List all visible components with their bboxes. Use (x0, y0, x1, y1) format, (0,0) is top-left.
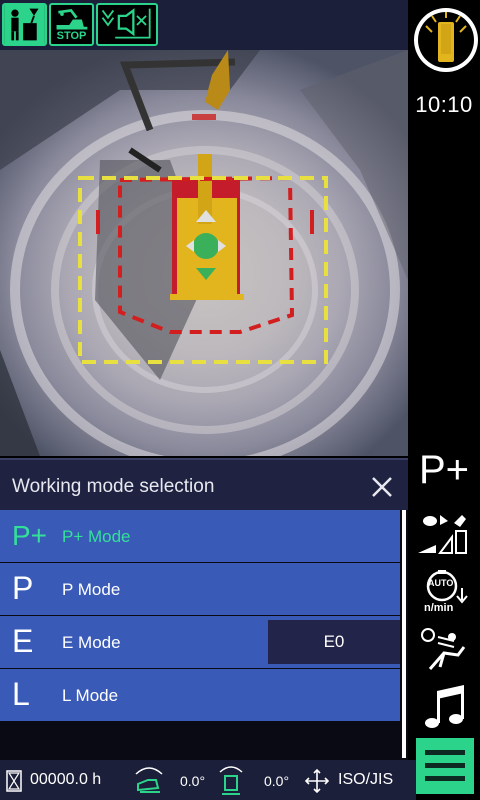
audio-button[interactable] (414, 680, 474, 736)
travel-speed-button[interactable] (414, 506, 474, 562)
mode-name: P+ Mode (62, 527, 131, 546)
mode-row-p-plus[interactable]: P+ P+ Mode (0, 510, 400, 562)
scrollbar[interactable] (400, 510, 408, 758)
control-pattern-icon (304, 768, 330, 794)
menu-icon (425, 750, 465, 755)
close-button[interactable] (366, 472, 398, 502)
bottom-status-bar: 00000.0 h 0.0° 0.0° ISO/JIS (0, 760, 416, 800)
mode-name: P Mode (62, 580, 121, 599)
working-mode-panel: Working mode selection P+ P+ Mode P P Mo… (0, 458, 408, 760)
menu-button[interactable] (416, 738, 474, 794)
top-status-bar: STOP (0, 0, 408, 50)
mode-letter: P+ (12, 520, 48, 551)
hour-meter: 00000.0 h (30, 771, 102, 788)
current-mode-indicator[interactable]: P+ (408, 448, 480, 493)
mode-letter: P (12, 570, 34, 606)
stop-label: STOP (56, 30, 87, 42)
mode-list: P+ P+ Mode P P Mode E E Mode E0 L L Mode (0, 510, 400, 722)
pitch-angle-icon (135, 767, 163, 793)
surround-camera-image (0, 50, 408, 456)
compass-icon[interactable] (412, 4, 480, 78)
close-icon (372, 477, 392, 497)
camera-view (0, 50, 408, 456)
mode-row-l[interactable]: L L Mode (0, 669, 400, 721)
roll-angle-value: 0.0° (264, 773, 290, 789)
travel-speed-icon (418, 515, 467, 554)
mode-letter: L (12, 676, 30, 712)
scroll-thumb[interactable] (402, 510, 406, 758)
hourglass-icon (6, 770, 22, 792)
mode-name: L Mode (62, 686, 119, 705)
air-conditioner-button[interactable] (414, 622, 474, 678)
roll-angle-icon (219, 766, 243, 795)
mode-row-e[interactable]: E E Mode E0 (0, 616, 400, 668)
music-note-icon (425, 685, 464, 728)
operator-seat-icon (2, 3, 47, 46)
panel-header: Working mode selection (0, 458, 408, 510)
auto-label: AUTO (428, 578, 454, 588)
control-pattern-label: ISO/JIS (338, 771, 394, 788)
machine-stop-icon: STOP (49, 3, 94, 46)
voice-warning-icon (96, 3, 158, 46)
mode-letter: E (12, 623, 34, 659)
pitch-angle-value: 0.0° (180, 773, 206, 789)
air-conditioner-icon (421, 628, 466, 670)
auto-decel-button[interactable]: AUTO n/min (414, 566, 474, 622)
clock: 10:10 (415, 92, 473, 117)
panel-title: Working mode selection (12, 476, 215, 497)
e-mode-level-button[interactable]: E0 (268, 620, 400, 664)
right-rail: 10:10 P+ AUTO n/min (408, 0, 480, 800)
mode-row-p[interactable]: P P Mode (0, 563, 400, 615)
mode-name: E Mode (62, 633, 121, 652)
auto-idle-unit: n/min (424, 602, 454, 614)
